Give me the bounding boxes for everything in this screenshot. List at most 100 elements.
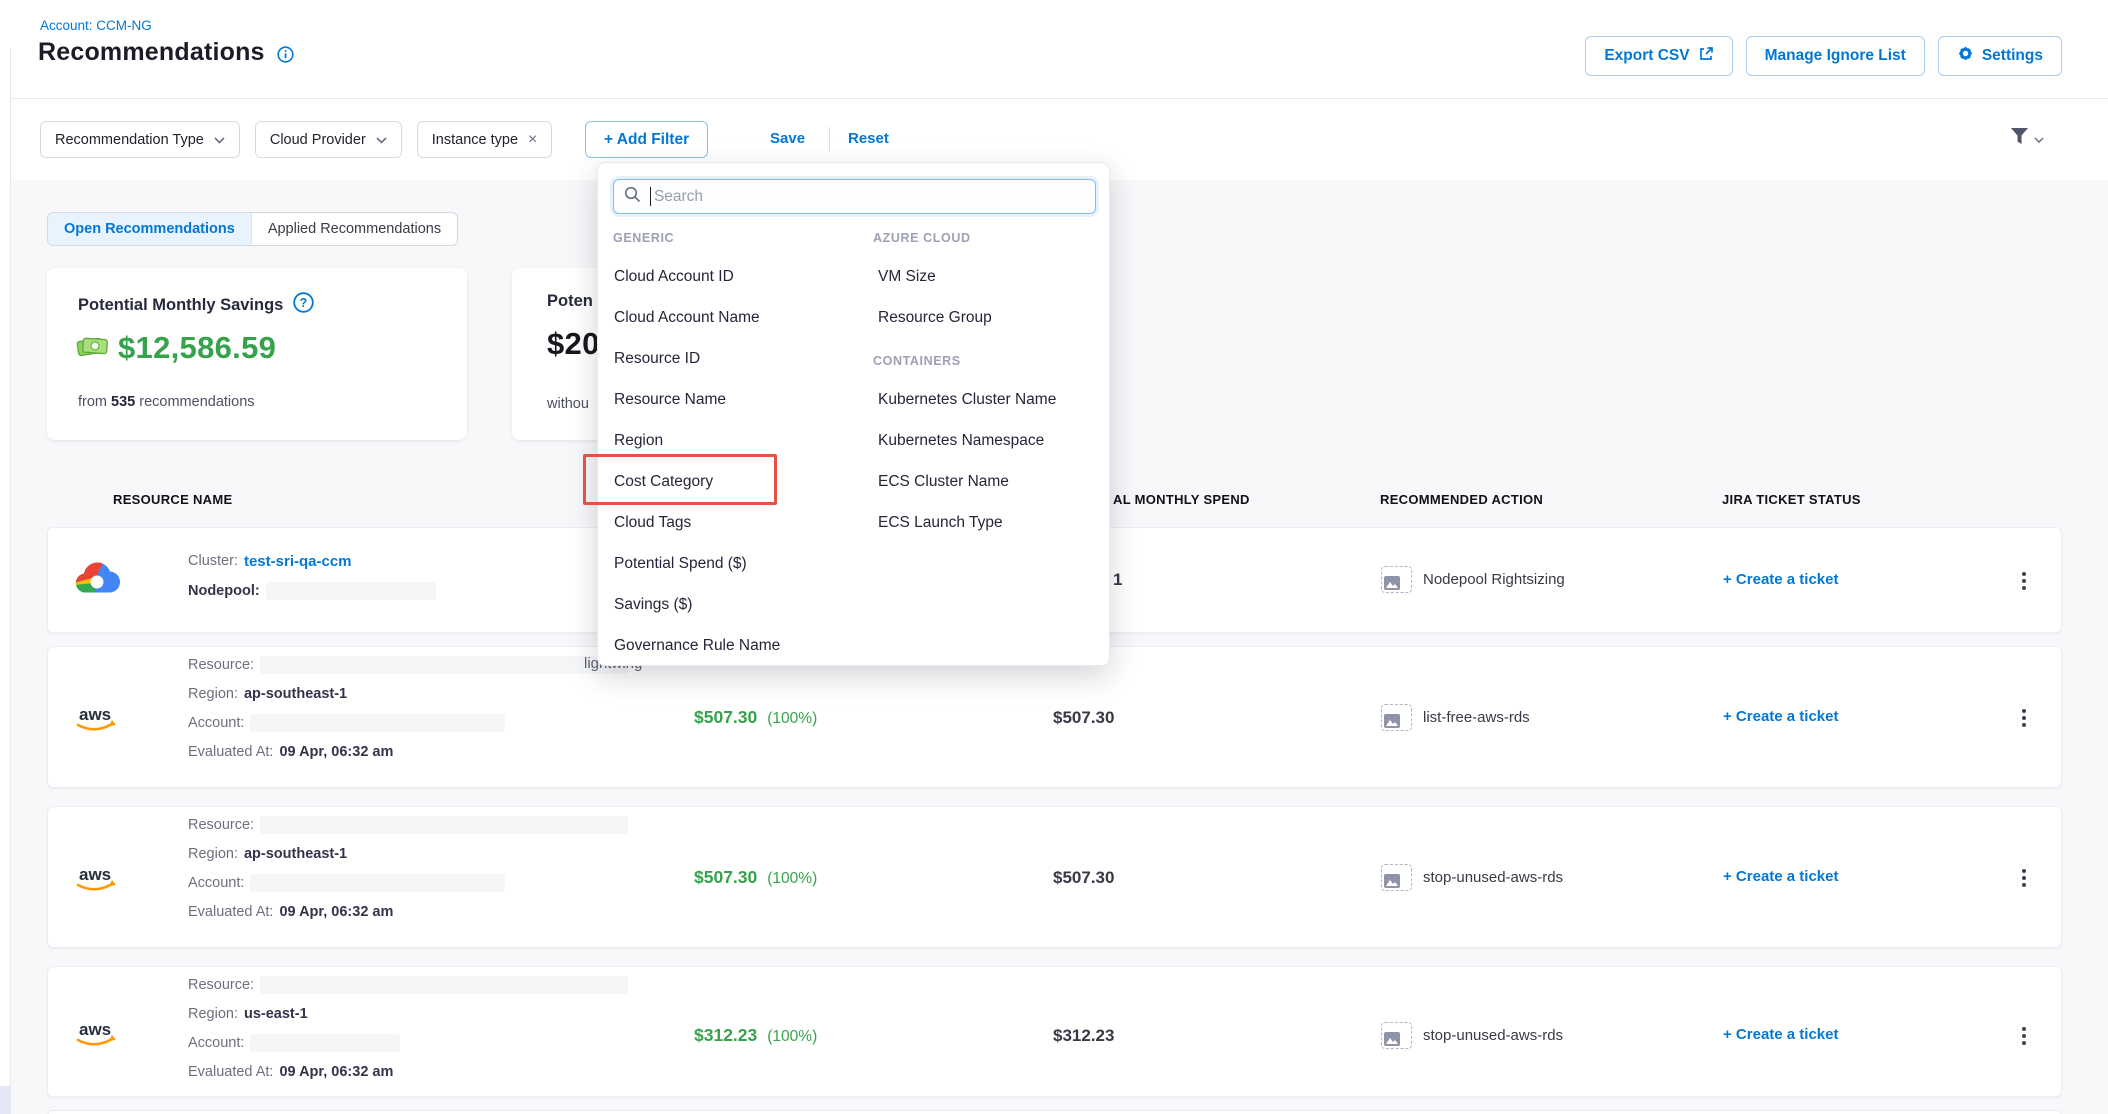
text-caret bbox=[650, 187, 651, 206]
image-placeholder-icon bbox=[1381, 1022, 1412, 1049]
chip-label: Instance type bbox=[432, 132, 518, 148]
dropdown-item-vm-size[interactable]: VM Size bbox=[878, 267, 936, 287]
search-input[interactable] bbox=[654, 188, 1085, 206]
resource-label: Resource: bbox=[188, 817, 254, 833]
table-row[interactable]: aws Resource: lightwing Region: ap-south… bbox=[47, 646, 2062, 788]
resource-line: Resource: bbox=[188, 975, 628, 995]
gear-icon bbox=[1957, 45, 1974, 67]
external-link-icon bbox=[1698, 46, 1714, 67]
filter-panel-toggle[interactable] bbox=[2010, 128, 2044, 150]
region-value: ap-southeast-1 bbox=[244, 846, 347, 862]
evaluated-at-value: 09 Apr, 06:32 am bbox=[279, 744, 393, 760]
breadcrumb[interactable]: Account: CCM-NG bbox=[40, 18, 152, 33]
account-label: Account: bbox=[188, 1035, 244, 1051]
nodepool-label: Nodepool: bbox=[188, 583, 260, 599]
image-placeholder-icon bbox=[1381, 864, 1412, 891]
resource-label: Resource: bbox=[188, 657, 254, 673]
dropdown-item-governance-rule-name[interactable]: Governance Rule Name bbox=[614, 636, 780, 656]
chevron-down-icon bbox=[2034, 130, 2044, 148]
savings-cell: $312.23 (100%) bbox=[694, 1025, 817, 1046]
settings-button[interactable]: Settings bbox=[1938, 36, 2062, 76]
dropdown-item-resource-name[interactable]: Resource Name bbox=[614, 390, 726, 410]
dropdown-item-ecs-cluster-name[interactable]: ECS Cluster Name bbox=[878, 472, 1009, 492]
potential-monthly-savings-card: Potential Monthly Savings ? $12,586.59 f… bbox=[47, 268, 467, 440]
dropdown-group-azure-cloud: AZURE CLOUD bbox=[873, 231, 971, 245]
savings-card-title: Potential Monthly Savings bbox=[78, 296, 283, 315]
row-menu-kebab[interactable] bbox=[2017, 709, 2031, 727]
dropdown-item-kubernetes-namespace[interactable]: Kubernetes Namespace bbox=[878, 431, 1044, 451]
savings-card-value: $12,586.59 bbox=[118, 330, 276, 366]
dropdown-item-potential-spend[interactable]: Potential Spend ($) bbox=[614, 554, 747, 574]
row-menu-kebab[interactable] bbox=[2017, 572, 2031, 590]
resource-label: Resource: bbox=[188, 977, 254, 993]
info-icon[interactable] bbox=[277, 46, 294, 68]
redacted-resource-value bbox=[260, 656, 628, 674]
recommended-action-cell: stop-unused-aws-rds bbox=[1381, 864, 1563, 891]
redacted-account-value bbox=[250, 714, 505, 732]
filter-chip-recommendation-type[interactable]: Recommendation Type bbox=[40, 121, 240, 158]
dropdown-item-resource-group[interactable]: Resource Group bbox=[878, 308, 992, 328]
column-header-jira-ticket-status: JIRA TICKET STATUS bbox=[1722, 492, 1861, 507]
chip-label: Recommendation Type bbox=[55, 132, 204, 148]
cluster-name-link[interactable]: test-sri-qa-ccm bbox=[244, 553, 352, 570]
dropdown-item-cloud-tags[interactable]: Cloud Tags bbox=[614, 513, 691, 533]
recommended-action-cell: stop-unused-aws-rds bbox=[1381, 1022, 1563, 1049]
create-ticket-link[interactable]: + Create a ticket bbox=[1723, 1026, 1838, 1043]
add-filter-button[interactable]: + Add Filter bbox=[585, 121, 708, 158]
region-line: Region: ap-southeast-1 bbox=[188, 844, 347, 864]
resource-line: Resource: bbox=[188, 655, 628, 675]
dropdown-item-resource-id[interactable]: Resource ID bbox=[614, 349, 700, 369]
savings-percent: (100%) bbox=[767, 870, 817, 888]
add-filter-dropdown: GENERIC Cloud Account ID Cloud Account N… bbox=[597, 162, 1110, 666]
dropdown-item-cloud-account-id[interactable]: Cloud Account ID bbox=[614, 267, 734, 287]
region-label: Region: bbox=[188, 1006, 238, 1022]
recommendations-page: Account: CCM-NG Recommendations Export C… bbox=[0, 0, 2108, 1114]
search-icon bbox=[624, 186, 641, 208]
help-icon[interactable]: ? bbox=[293, 292, 314, 318]
tab-applied-recommendations[interactable]: Applied Recommendations bbox=[251, 213, 457, 245]
svg-text:aws: aws bbox=[79, 1020, 111, 1039]
filter-chip-instance-type[interactable]: Instance type × bbox=[417, 121, 553, 158]
dropdown-item-kubernetes-cluster-name[interactable]: Kubernetes Cluster Name bbox=[878, 390, 1056, 410]
dropdown-group-containers: CONTAINERS bbox=[873, 354, 961, 368]
evaluated-at-label: Evaluated At: bbox=[188, 744, 273, 760]
manage-ignore-list-label: Manage Ignore List bbox=[1765, 47, 1906, 65]
evaluated-at-value: 09 Apr, 06:32 am bbox=[279, 1064, 393, 1080]
image-placeholder-icon bbox=[1381, 566, 1412, 593]
create-ticket-link[interactable]: + Create a ticket bbox=[1723, 868, 1838, 885]
dropdown-item-ecs-launch-type[interactable]: ECS Launch Type bbox=[878, 513, 1003, 533]
dropdown-item-savings[interactable]: Savings ($) bbox=[614, 595, 692, 615]
reset-filter-link[interactable]: Reset bbox=[848, 130, 889, 147]
row-menu-kebab[interactable] bbox=[2017, 1027, 2031, 1045]
settings-label: Settings bbox=[1982, 47, 2043, 65]
gcp-cloud-icon bbox=[74, 561, 120, 604]
create-ticket-link[interactable]: + Create a ticket bbox=[1723, 708, 1838, 725]
filter-chip-cloud-provider[interactable]: Cloud Provider bbox=[255, 121, 402, 158]
evaluated-line: Evaluated At: 09 Apr, 06:32 am bbox=[188, 742, 393, 762]
row-menu-kebab[interactable] bbox=[2017, 869, 2031, 887]
savings-card-subtitle: from 535 recommendations bbox=[78, 394, 255, 410]
export-csv-button[interactable]: Export CSV bbox=[1585, 36, 1732, 76]
table-row[interactable]: aws Resource: Region: ap-southeast-1 Acc… bbox=[47, 806, 2062, 948]
table-row[interactable]: aws Resource: Region: us-east-1 Account:… bbox=[47, 966, 2062, 1097]
money-icon bbox=[76, 332, 110, 364]
dropdown-item-cost-category[interactable]: Cost Category bbox=[614, 472, 713, 492]
aws-icon: aws bbox=[71, 1017, 121, 1056]
tab-open-recommendations[interactable]: Open Recommendations bbox=[48, 213, 251, 245]
column-header-resource-name: RESOURCE NAME bbox=[113, 492, 232, 507]
spend-card-title-partial: Poten bbox=[547, 292, 593, 311]
close-icon[interactable]: × bbox=[528, 132, 537, 148]
manage-ignore-list-button[interactable]: Manage Ignore List bbox=[1746, 36, 1925, 76]
save-filter-link[interactable]: Save bbox=[770, 130, 805, 147]
savings-cell: $507.30 (100%) bbox=[694, 867, 817, 888]
create-ticket-link[interactable]: + Create a ticket bbox=[1723, 571, 1838, 588]
dropdown-item-region[interactable]: Region bbox=[614, 431, 663, 451]
filter-chips: Recommendation Type Cloud Provider Insta… bbox=[40, 121, 552, 158]
image-placeholder-icon bbox=[1381, 704, 1412, 731]
recommended-action-label: Nodepool Rightsizing bbox=[1423, 571, 1565, 588]
dropdown-item-cloud-account-name[interactable]: Cloud Account Name bbox=[614, 308, 760, 328]
account-line: Account: bbox=[188, 1033, 400, 1053]
recommended-action-label: stop-unused-aws-rds bbox=[1423, 869, 1563, 886]
monthly-spend-value: $507.30 bbox=[1053, 708, 1114, 728]
dropdown-search[interactable] bbox=[613, 179, 1096, 214]
